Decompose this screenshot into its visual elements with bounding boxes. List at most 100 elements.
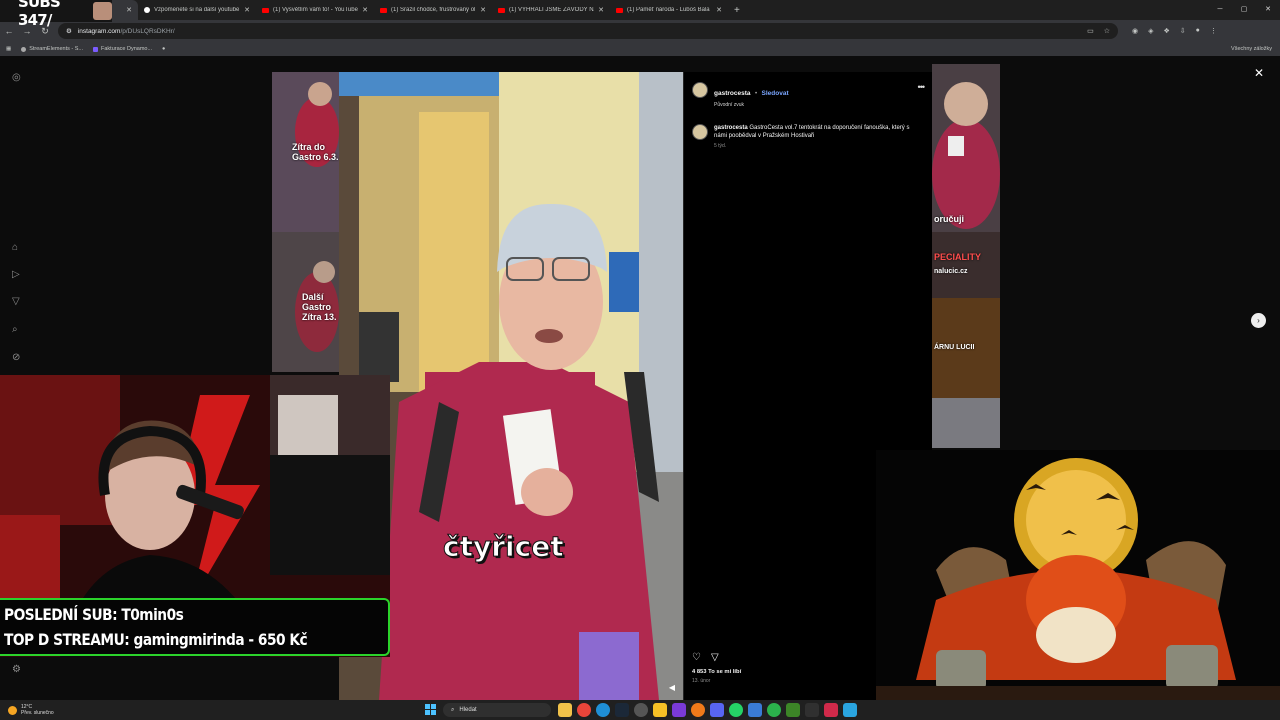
avatar[interactable]	[692, 82, 708, 98]
reels-icon[interactable]: ▷	[12, 269, 20, 280]
tab-title: (1) VYHRÁLI JSME ZÁVODY NA	[509, 7, 595, 13]
streamer-avatar	[92, 2, 112, 20]
close-tab-icon[interactable]: ✕	[598, 6, 604, 14]
steam-icon[interactable]	[615, 703, 629, 717]
home-icon[interactable]: ⌂	[12, 242, 18, 253]
taskbar-apps	[558, 703, 857, 717]
close-tab-icon[interactable]: ✕	[126, 6, 132, 14]
bg-thumbnail: Další Gastro Zítra 13.	[272, 232, 339, 372]
tab-youtube-3[interactable]: (1) VYHRÁLI JSME ZÁVODY NA ✕	[492, 0, 610, 20]
app-icon[interactable]	[672, 703, 686, 717]
halloween-art-overlay	[876, 450, 1280, 700]
url-path: /p/DUsLQRsDKHr/	[120, 27, 175, 35]
tab-youtube-2[interactable]: (1) Srazil chodce, frustrovaný ol ✕	[374, 0, 492, 20]
reel-video[interactable]: čtyřicet ◀	[339, 72, 683, 700]
browser-tab-bar: ✕ Vzpomenete si na další youtube ✕ (1) V…	[0, 0, 1280, 20]
instagram-logo-icon[interactable]: ◎	[12, 72, 21, 83]
github-icon[interactable]: ●	[162, 46, 165, 52]
share-icon[interactable]: ▽	[711, 652, 719, 663]
close-tab-icon[interactable]: ✕	[244, 6, 250, 14]
app-icon[interactable]	[748, 703, 762, 717]
audio-label[interactable]: Původní zvuk	[714, 102, 789, 108]
edge-icon[interactable]	[596, 703, 610, 717]
tab-youtube-4[interactable]: (1) Paměť národa - Luboš Bala ✕	[610, 0, 728, 20]
post-username[interactable]: gastrocesta	[714, 90, 751, 97]
downloads-icon[interactable]: ⇩	[1180, 27, 1186, 35]
next-post-button[interactable]: ›	[1251, 313, 1266, 328]
url-bar[interactable]: ⚙ instagram.com/p/DUsLQRsDKHr/ ▭ ☆	[58, 23, 1118, 39]
explore-icon[interactable]: ⊘	[12, 352, 20, 363]
apps-icon[interactable]: ▦	[6, 46, 11, 52]
video-subtitle: čtyřicet	[443, 530, 565, 564]
fakturace-icon	[93, 46, 98, 52]
app-icon[interactable]	[653, 703, 667, 717]
app-icon[interactable]	[805, 703, 819, 717]
bookmark-fakturace[interactable]: Fakturace Dynamo...	[93, 46, 152, 52]
close-tab-icon[interactable]: ✕	[716, 6, 722, 14]
windows-start-icon[interactable]	[425, 704, 436, 715]
extension-icon[interactable]: ◉	[1132, 27, 1138, 35]
youtube-icon	[498, 7, 505, 13]
follow-button[interactable]: Sledovat	[762, 90, 789, 97]
close-icon[interactable]: ✕	[1254, 66, 1264, 80]
all-bookmarks[interactable]: Všechny záložky	[1231, 46, 1272, 52]
like-icon[interactable]: ♡	[692, 652, 701, 663]
tab-youtube-1[interactable]: (1) Vysvětlím vám to! - YouTube ✕	[256, 0, 374, 20]
weather-widget[interactable]: 12°C Přev. slunečno	[8, 704, 54, 716]
messages-icon[interactable]: ▽	[12, 296, 20, 307]
caption-username[interactable]: gastrocesta	[714, 125, 748, 131]
window-controls: ─ ▢ ✕	[1208, 0, 1280, 20]
post-caption: gastrocesta GastroCesta vol.7 tentokrát …	[684, 108, 932, 149]
firefox-icon[interactable]	[691, 703, 705, 717]
windows-taskbar: 12°C Přev. slunečno ⌕ Hledat	[0, 700, 1280, 720]
minimize-icon[interactable]: ─	[1208, 0, 1232, 20]
menu-icon[interactable]: ⋮	[1210, 27, 1217, 35]
minecraft-icon[interactable]	[786, 703, 800, 717]
puzzle-icon[interactable]: ❖	[1164, 27, 1170, 35]
search-icon[interactable]: ⌕	[12, 324, 18, 335]
more-options-icon[interactable]: •••	[918, 82, 926, 92]
thumbnail-text: nalucic.cz	[934, 268, 968, 275]
tiktok-icon	[144, 7, 150, 13]
profile-icon[interactable]: ●	[1196, 27, 1200, 35]
youtube-icon	[616, 7, 623, 13]
extension-icon[interactable]: ◈	[1148, 27, 1153, 35]
tab-title: (1) Paměť národa - Luboš Bala	[627, 7, 710, 13]
telegram-icon[interactable]	[843, 703, 857, 717]
thumbnail-text: oručuji	[934, 214, 965, 224]
bookmark-streamelements[interactable]: StreamElements - S...	[21, 46, 83, 52]
new-tab-button[interactable]: +	[734, 5, 740, 16]
mute-icon[interactable]: ◀	[669, 683, 675, 692]
file-explorer-icon[interactable]	[558, 703, 572, 717]
tab-title: (1) Srazil chodce, frustrovaný ol	[391, 7, 476, 13]
subs-counter-overlay: SUBS 347/	[0, 0, 112, 29]
tab-tiktok[interactable]: Vzpomenete si na další youtube ✕	[138, 0, 256, 20]
back-icon[interactable]: ←	[0, 26, 18, 36]
more-menu-icon[interactable]: ⚙	[12, 664, 21, 675]
maximize-icon[interactable]: ▢	[1232, 0, 1256, 20]
bookmark-label: StreamElements - S...	[29, 46, 83, 52]
close-window-icon[interactable]: ✕	[1256, 0, 1280, 20]
tab-title: Vzpomenete si na další youtube	[154, 7, 240, 13]
bg-thumbnail: oručuji	[932, 64, 1000, 232]
halloween-artwork	[876, 450, 1280, 700]
subs-counter: SUBS 347/	[18, 0, 61, 29]
app-icon[interactable]	[634, 703, 648, 717]
caption-time: 5 týd.	[714, 143, 727, 149]
bookmark-label: Fakturace Dynamo...	[101, 46, 153, 52]
close-tab-icon[interactable]: ✕	[362, 6, 368, 14]
whatsapp-icon[interactable]	[729, 703, 743, 717]
bookmark-star-icon[interactable]: ☆	[1104, 27, 1110, 35]
taskbar-search[interactable]: ⌕ Hledat	[443, 703, 551, 717]
thumbnail-text: Další Gastro Zítra 13.	[302, 292, 337, 322]
app-icon[interactable]	[824, 703, 838, 717]
search-placeholder: Hledat	[459, 707, 477, 713]
thumbnail-text: PECIALITY	[934, 252, 982, 262]
app-icon[interactable]	[767, 703, 781, 717]
close-tab-icon[interactable]: ✕	[480, 6, 486, 14]
tab-title: (1) Vysvětlím vám to! - YouTube	[273, 7, 358, 13]
discord-icon[interactable]	[710, 703, 724, 717]
chrome-icon[interactable]	[577, 703, 591, 717]
avatar[interactable]	[692, 124, 708, 140]
cast-icon[interactable]: ▭	[1087, 27, 1094, 35]
